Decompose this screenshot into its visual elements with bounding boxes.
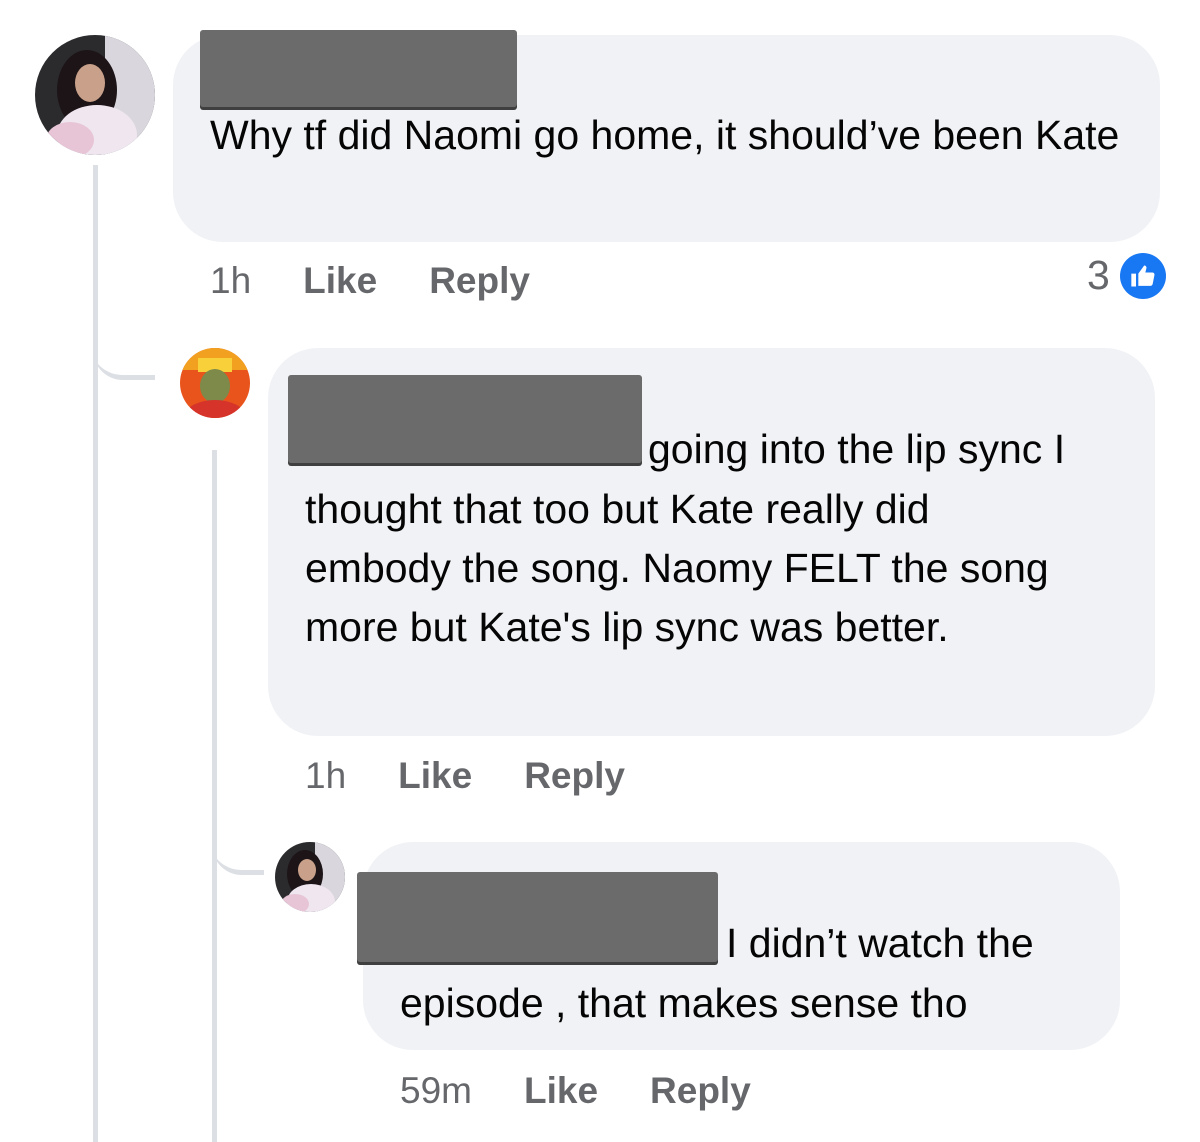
thumbs-up-icon (1119, 252, 1166, 299)
comment-text: episode , that makes sense tho (400, 980, 968, 1026)
redacted-author-name (357, 872, 718, 962)
comment-text-first-line: I didn’t watch the (726, 920, 1034, 966)
comment-text: thought that too but Kate really did emb… (305, 486, 1049, 650)
comment-actions: 1h Like Reply (210, 260, 582, 302)
like-button[interactable]: Like (524, 1070, 598, 1112)
comment-timestamp: 1h (210, 260, 252, 301)
comment-text-first-line: going into the lip sync I (648, 426, 1066, 472)
like-button[interactable]: Like (398, 755, 472, 797)
comment-actions: 59m Like Reply (400, 1070, 803, 1112)
reaction-summary[interactable]: 3 (1087, 252, 1166, 299)
comment-actions: 1h Like Reply (305, 755, 677, 797)
thread-line-reply (212, 450, 217, 1142)
avatar[interactable] (275, 842, 345, 912)
comment-timestamp: 59m (400, 1070, 472, 1111)
reply-button[interactable]: Reply (650, 1070, 751, 1112)
comment-timestamp: 1h (305, 755, 347, 796)
thread-line-main (93, 165, 98, 1142)
reply-button[interactable]: Reply (429, 260, 530, 302)
reply-button[interactable]: Reply (524, 755, 625, 797)
avatar[interactable] (35, 35, 155, 155)
redacted-author-name (200, 30, 517, 107)
comment-text: Why tf did Naomi go home, it should’ve b… (210, 112, 1120, 158)
redacted-author-name (288, 375, 642, 463)
avatar-photo (35, 35, 155, 155)
like-button[interactable]: Like (303, 260, 377, 302)
reaction-count: 3 (1087, 252, 1110, 298)
avatar[interactable] (180, 348, 250, 418)
avatar-photo (180, 348, 250, 418)
thread-connector-reply-2 (212, 820, 264, 875)
thread-connector-reply-1 (93, 330, 155, 380)
avatar-photo (275, 842, 345, 912)
